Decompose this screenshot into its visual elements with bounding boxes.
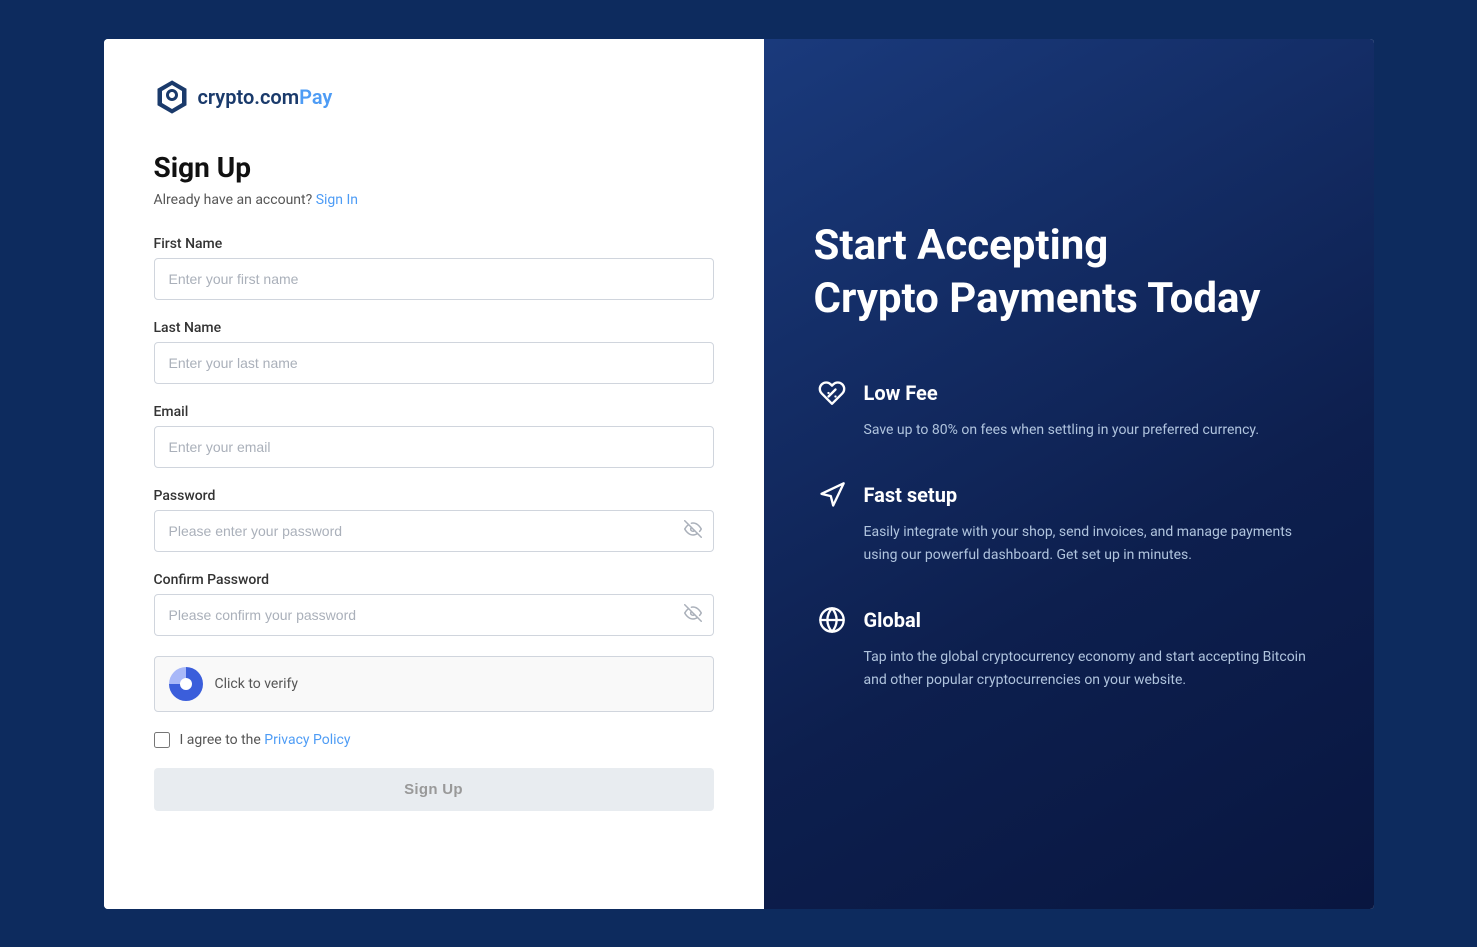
- feature-fast-setup-header: Fast setup: [814, 477, 1324, 513]
- left-panel: crypto.comPay Sign Up Already have an ac…: [104, 39, 764, 909]
- global-icon: [814, 602, 850, 638]
- last-name-group: Last Name: [154, 320, 714, 384]
- email-input[interactable]: [154, 426, 714, 468]
- privacy-policy-link[interactable]: Privacy Policy: [264, 732, 350, 748]
- logo-text-crypto: crypto.com: [198, 85, 300, 109]
- feature-low-fee-title: Low Fee: [864, 381, 938, 405]
- fast-setup-icon: [814, 477, 850, 513]
- email-group: Email: [154, 404, 714, 468]
- verify-box[interactable]: Click to verify: [154, 656, 714, 712]
- sign-in-link[interactable]: Sign In: [316, 192, 358, 208]
- right-panel: Start Accepting Crypto Payments Today Lo…: [764, 39, 1374, 909]
- page-title: Sign Up: [154, 151, 714, 184]
- email-label: Email: [154, 404, 714, 420]
- feature-low-fee: Low Fee Save up to 80% on fees when sett…: [814, 375, 1324, 441]
- feature-low-fee-header: Low Fee: [814, 375, 1324, 411]
- promo-title-line1: Start Accepting: [814, 221, 1109, 270]
- sign-up-button[interactable]: Sign Up: [154, 768, 714, 811]
- agree-checkbox[interactable]: [154, 732, 170, 748]
- main-container: crypto.comPay Sign Up Already have an ac…: [104, 39, 1374, 909]
- promo-title-line2: Crypto Payments Today: [814, 274, 1261, 323]
- promo-title: Start Accepting Crypto Payments Today: [814, 220, 1324, 325]
- logo-brand-text: crypto.comPay: [198, 85, 333, 109]
- confirm-password-input-wrapper: [154, 594, 714, 636]
- password-eye-icon[interactable]: [684, 520, 702, 542]
- logo-text-pay: Pay: [299, 85, 332, 109]
- logo-icon: [154, 79, 190, 115]
- feature-fast-setup-desc: Easily integrate with your shop, send in…: [814, 521, 1324, 566]
- agree-text: I agree to the Privacy Policy: [180, 732, 351, 748]
- last-name-label: Last Name: [154, 320, 714, 336]
- confirm-password-input[interactable]: [154, 594, 714, 636]
- agree-row: I agree to the Privacy Policy: [154, 732, 714, 748]
- last-name-input[interactable]: [154, 342, 714, 384]
- first-name-input[interactable]: [154, 258, 714, 300]
- feature-global-desc: Tap into the global cryptocurrency econo…: [814, 646, 1324, 691]
- feature-global-header: Global: [814, 602, 1324, 638]
- feature-fast-setup-title: Fast setup: [864, 483, 958, 507]
- verify-label: Click to verify: [215, 676, 298, 692]
- first-name-group: First Name: [154, 236, 714, 300]
- confirm-password-group: Confirm Password: [154, 572, 714, 636]
- feature-global: Global Tap into the global cryptocurrenc…: [814, 602, 1324, 691]
- already-account-text: Already have an account? Sign In: [154, 192, 714, 208]
- confirm-password-label: Confirm Password: [154, 572, 714, 588]
- logo-container: crypto.comPay: [154, 79, 714, 115]
- feature-global-title: Global: [864, 608, 921, 632]
- already-account-label: Already have an account?: [154, 192, 313, 208]
- verify-spinner: [169, 667, 203, 701]
- password-input-wrapper: [154, 510, 714, 552]
- password-label: Password: [154, 488, 714, 504]
- password-input[interactable]: [154, 510, 714, 552]
- agree-text-prefix: I agree to the: [180, 732, 261, 748]
- feature-fast-setup: Fast setup Easily integrate with your sh…: [814, 477, 1324, 566]
- low-fee-icon: [814, 375, 850, 411]
- confirm-password-eye-icon[interactable]: [684, 604, 702, 626]
- first-name-label: First Name: [154, 236, 714, 252]
- password-group: Password: [154, 488, 714, 552]
- feature-low-fee-desc: Save up to 80% on fees when settling in …: [814, 419, 1324, 441]
